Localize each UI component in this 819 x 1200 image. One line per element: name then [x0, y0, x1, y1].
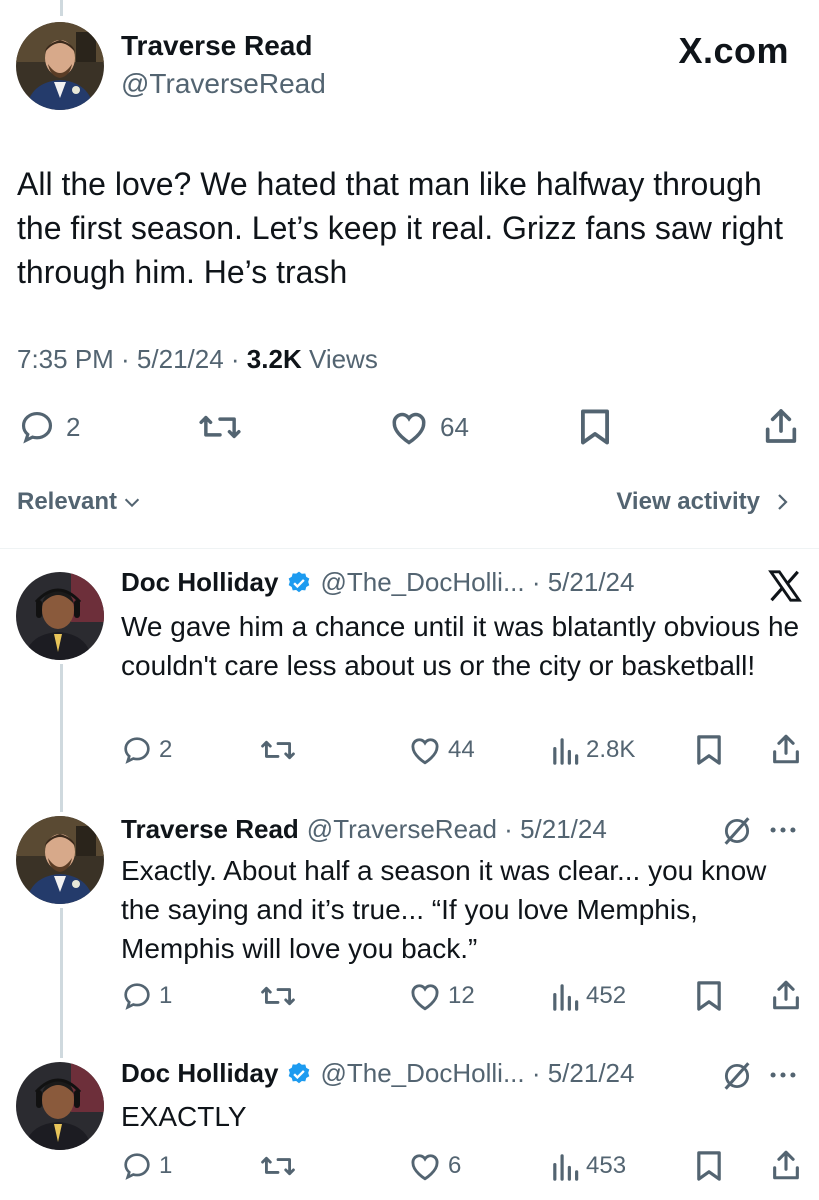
repost-button[interactable] — [260, 980, 296, 1012]
bookmark-button[interactable] — [578, 408, 612, 446]
views-button[interactable]: 452 — [550, 980, 626, 1012]
view-activity-link[interactable]: View activity — [616, 488, 794, 516]
verified-badge-icon — [289, 1062, 310, 1083]
x-logo-icon — [768, 570, 802, 611]
reply-icon — [124, 983, 150, 1010]
grok-icon[interactable] — [720, 814, 754, 853]
repost-button[interactable] — [260, 734, 296, 766]
reply-header: Doc Holliday @The_DocHolli... · 5/21/24 — [121, 567, 634, 598]
repost-button[interactable] — [198, 408, 242, 446]
sort-label: Relevant — [17, 488, 118, 515]
bookmark-icon — [581, 409, 609, 445]
verified-badge-icon — [289, 571, 310, 592]
share-icon — [765, 409, 797, 443]
reply-count: 1 — [159, 1152, 173, 1179]
repost-icon — [199, 415, 241, 439]
reply-count: 2 — [66, 411, 81, 442]
view-activity-label: View activity — [616, 488, 760, 515]
like-count: 6 — [448, 1152, 462, 1179]
avatar[interactable] — [16, 22, 104, 110]
like-button[interactable]: 44 — [408, 734, 475, 766]
bookmark-button[interactable] — [695, 734, 723, 766]
like-button[interactable]: 64 — [388, 408, 469, 446]
reply-author-name[interactable]: Traverse Read — [121, 814, 299, 845]
like-count: 12 — [448, 982, 475, 1009]
reply-handle[interactable]: @TraverseRead · 5/21/24 — [307, 814, 607, 845]
reply-header: Doc Holliday @The_DocHolli... · 5/21/24 — [121, 1058, 634, 1089]
reply-handle[interactable]: @The_DocHolli... · 5/21/24 — [320, 567, 634, 598]
heart-icon — [411, 984, 439, 1011]
reply-text: EXACTLY — [121, 1101, 247, 1132]
bookmark-icon — [697, 735, 721, 765]
reply-count: 1 — [159, 982, 173, 1009]
analytics-icon — [553, 1154, 579, 1181]
reply-icon — [124, 737, 150, 764]
like-button[interactable]: 6 — [408, 1150, 461, 1182]
thread-line-top — [60, 0, 63, 16]
reply-button[interactable]: 2 — [121, 734, 172, 766]
repost-icon — [261, 1156, 295, 1176]
thread-line-2 — [60, 908, 63, 1058]
more-options-icon[interactable] — [766, 820, 800, 845]
avatar[interactable] — [16, 816, 104, 904]
views-label: Views — [301, 344, 378, 374]
share-button[interactable] — [762, 406, 800, 446]
share-icon — [773, 980, 799, 1010]
avatar[interactable] — [16, 1062, 104, 1150]
more-options-icon[interactable] — [766, 1065, 800, 1090]
sort-dropdown[interactable]: Relevant — [17, 488, 143, 516]
reply-handle[interactable]: @The_DocHolli... · 5/21/24 — [320, 1058, 634, 1089]
heart-icon — [411, 1154, 439, 1181]
reply-author-name[interactable]: Doc Holliday — [121, 1058, 278, 1089]
reply-count: 2 — [159, 736, 173, 763]
like-count: 44 — [448, 736, 475, 763]
share-button[interactable] — [770, 732, 802, 766]
repost-icon — [261, 740, 295, 760]
author-name[interactable]: Traverse Read — [121, 30, 312, 62]
tweet-timestamp[interactable]: 7:35 PM · 5/21/24 · — [17, 344, 247, 374]
reply-header: Traverse Read @TraverseRead · 5/21/24 — [121, 814, 607, 845]
reply-icon — [124, 1153, 150, 1180]
share-button[interactable] — [770, 1148, 802, 1182]
grok-icon[interactable] — [720, 1059, 754, 1098]
reply-text: We gave him a chance until it was blatan… — [121, 611, 800, 681]
views-button[interactable]: 453 — [550, 1150, 626, 1182]
reply-author-name[interactable]: Doc Holliday — [121, 567, 278, 598]
reply-button[interactable]: 2 — [18, 408, 80, 446]
analytics-icon — [553, 738, 579, 765]
share-icon — [773, 734, 799, 764]
reply-icon — [21, 411, 53, 444]
bookmark-button[interactable] — [695, 1150, 723, 1182]
reply-button[interactable]: 1 — [121, 1150, 172, 1182]
views-button[interactable]: 2.8K — [550, 734, 635, 766]
tweet-text: All the love? We hated that man like hal… — [17, 166, 783, 290]
bookmark-icon — [697, 1151, 721, 1181]
share-icon — [773, 1150, 799, 1180]
thread-line-1 — [60, 664, 63, 812]
view-count: 3.2K — [246, 344, 302, 374]
like-button[interactable]: 12 — [408, 980, 475, 1012]
reply-text: Exactly. About half a season it was clea… — [121, 855, 767, 964]
repost-icon — [261, 986, 295, 1006]
heart-icon — [392, 412, 426, 445]
bookmark-button[interactable] — [695, 980, 723, 1012]
avatar[interactable] — [16, 572, 104, 660]
views-count: 452 — [586, 982, 627, 1009]
repost-button[interactable] — [260, 1150, 296, 1182]
x-logo: X.com — [678, 30, 789, 71]
chevron-down-icon — [124, 498, 140, 508]
chevron-right-icon — [778, 494, 788, 510]
reply-button[interactable]: 1 — [121, 980, 172, 1012]
bookmark-icon — [697, 981, 721, 1011]
like-count: 64 — [440, 411, 469, 442]
author-handle[interactable]: @TraverseRead — [121, 68, 326, 100]
tweet-meta: 7:35 PM · 5/21/24 · 3.2K Views — [17, 344, 378, 375]
heart-icon — [411, 738, 439, 765]
analytics-icon — [553, 984, 579, 1011]
share-button[interactable] — [770, 978, 802, 1012]
divider — [0, 548, 819, 549]
views-count: 2.8K — [586, 736, 636, 763]
views-count: 453 — [586, 1152, 627, 1179]
